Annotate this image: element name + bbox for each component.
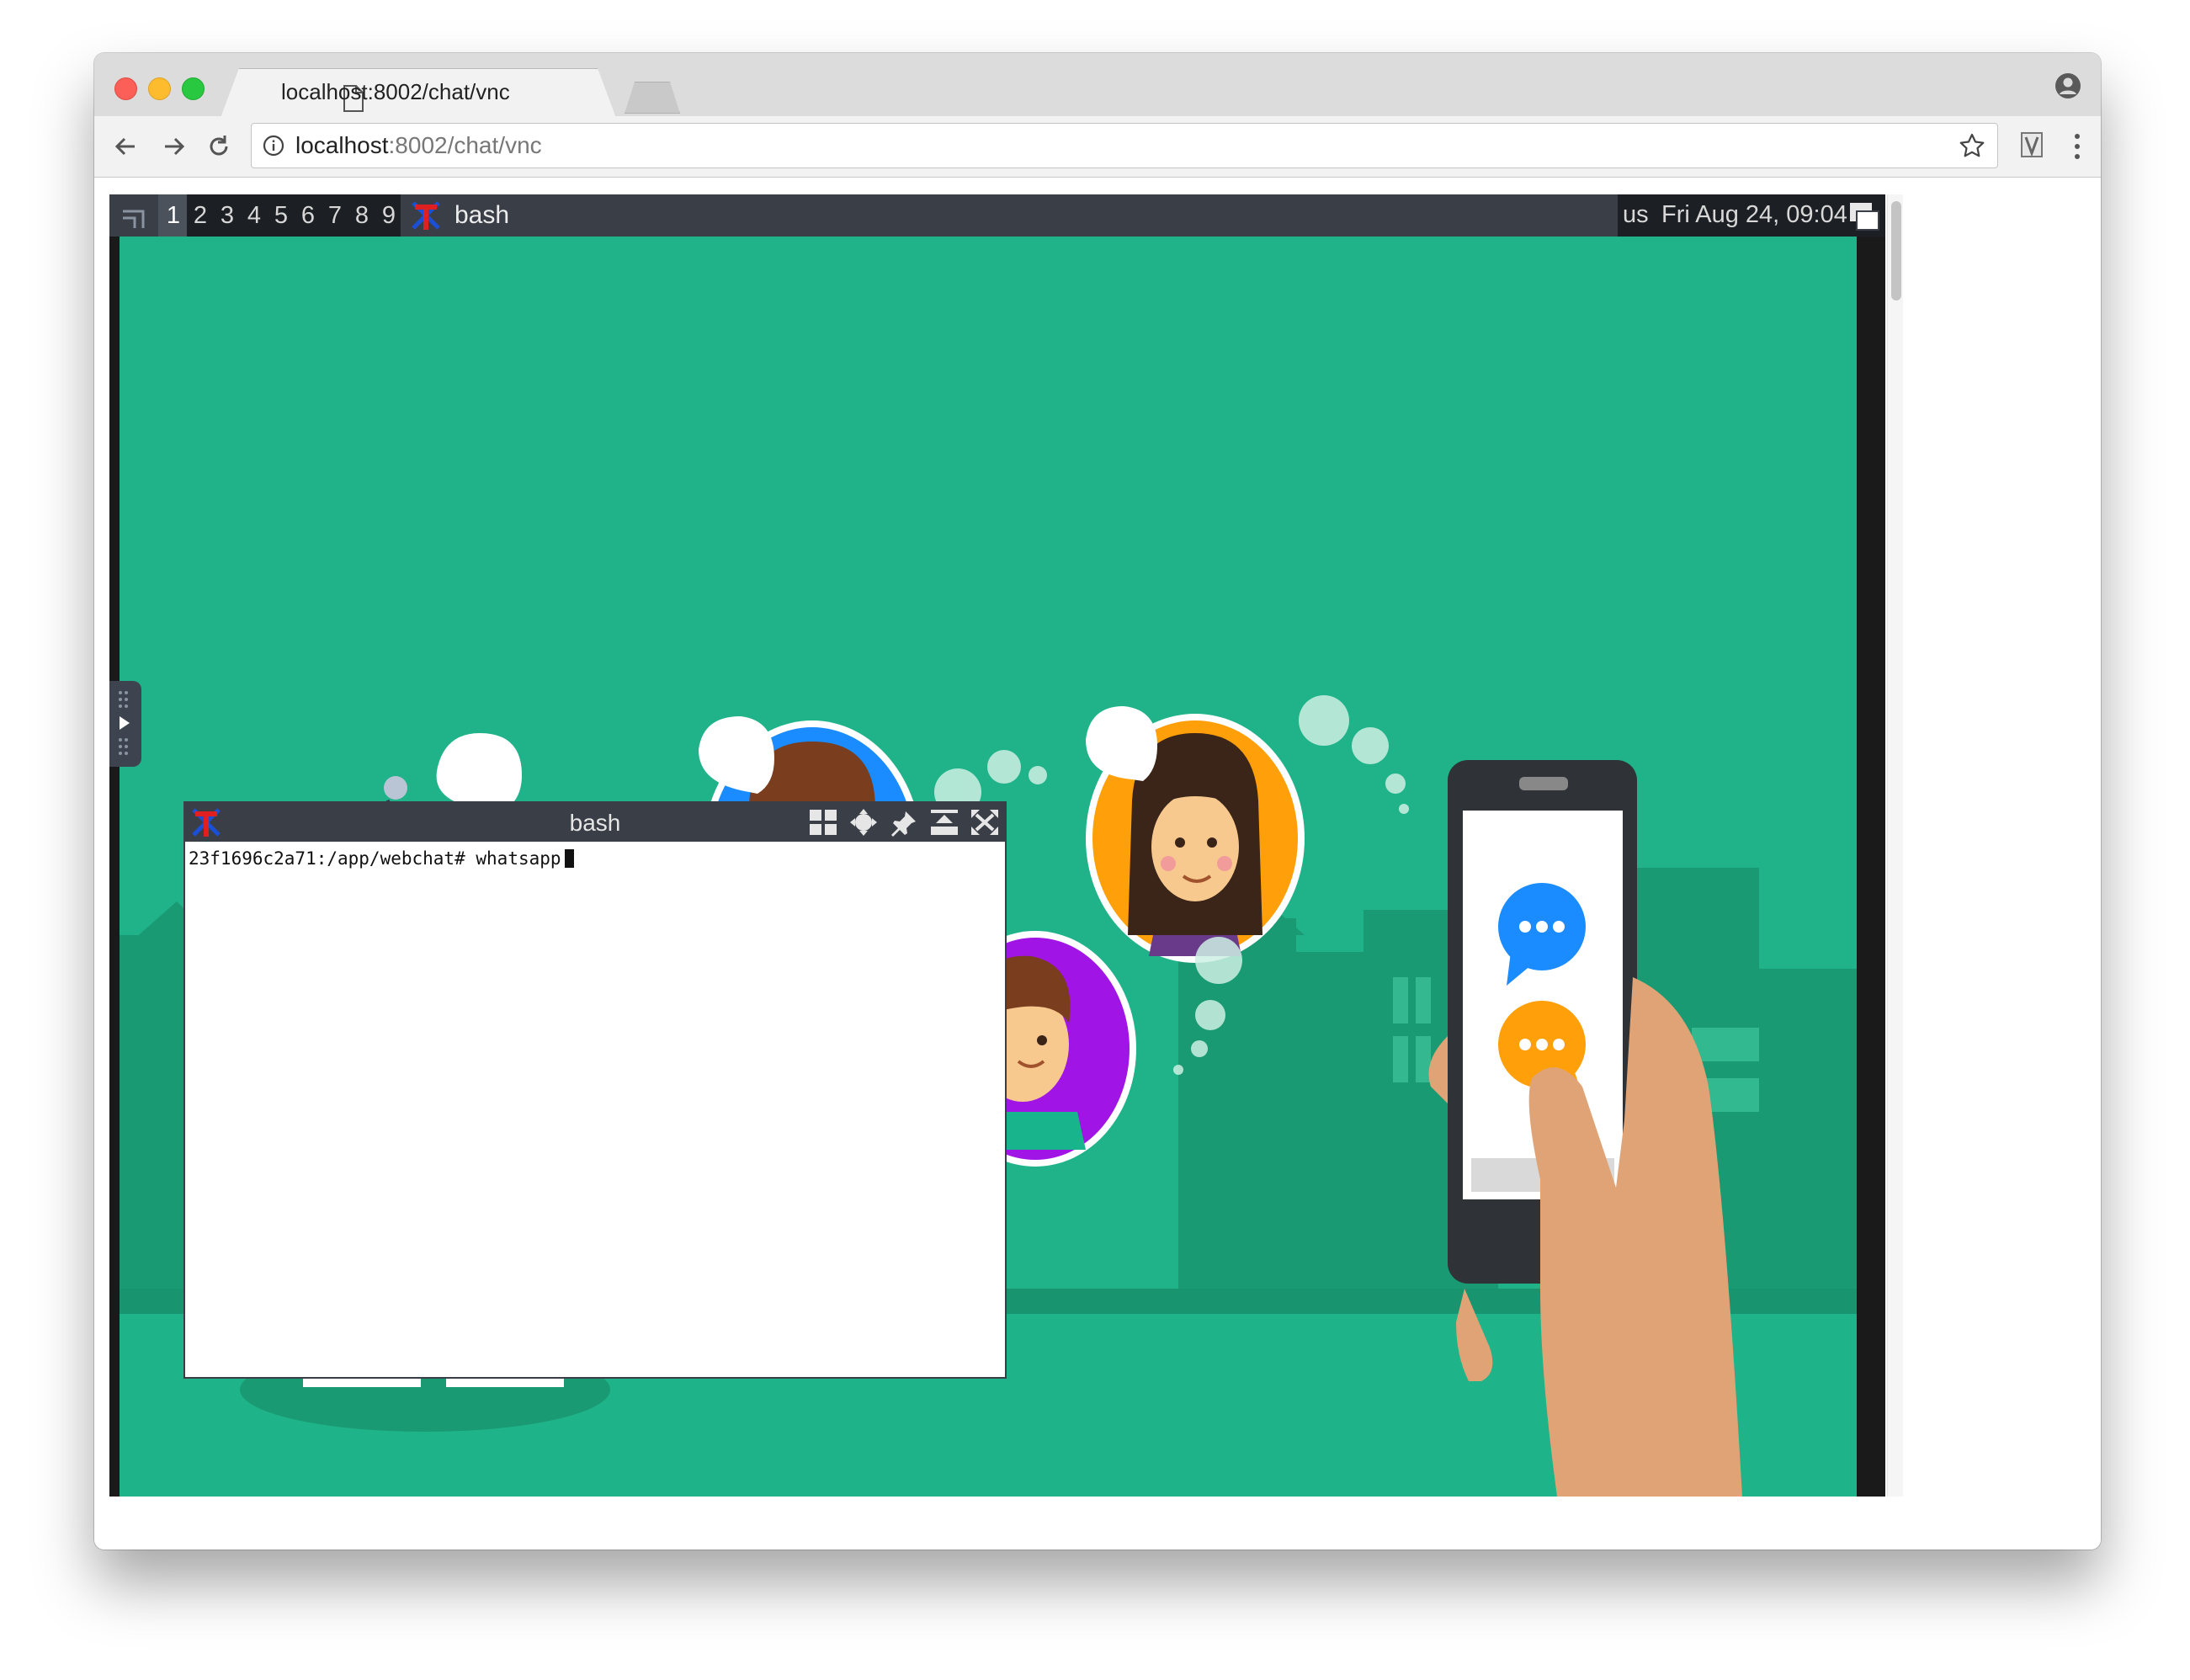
back-arrow-icon[interactable]	[109, 130, 143, 163]
tab-close-icon[interactable]: ×	[703, 88, 719, 119]
minimize-window-button[interactable]	[148, 77, 171, 100]
tab-title: localhost:8002/chat/vnc	[281, 79, 510, 104]
drag-handle-icon	[119, 691, 130, 755]
text-cursor	[564, 849, 574, 868]
xterm-icon[interactable]	[408, 198, 444, 233]
workspace-9[interactable]: 9	[375, 202, 402, 230]
wm-top-bar: 1 2 3 4 5 6 7 8 9 bash us Fri Aug 24, 09…	[109, 194, 1885, 237]
status-area: us Fri Aug 24, 09:04	[1618, 194, 1885, 237]
bookmark-star-icon[interactable]	[1959, 132, 1985, 159]
tab-strip: × localhost:8002/chat/vnc	[94, 53, 2101, 116]
workspace-1[interactable]: 1	[160, 202, 187, 230]
browser-window: × localhost:8002/chat/vnc localhost:8002…	[94, 53, 2101, 1550]
focused-window-title: bash	[454, 201, 510, 229]
browser-toolbar: localhost:8002/chat/vnc	[94, 116, 2101, 178]
maximize-vertical-icon[interactable]	[929, 808, 959, 837]
new-tab-button[interactable]	[625, 82, 680, 114]
clock: Fri Aug 24, 09:04	[1661, 201, 1847, 228]
reload-icon[interactable]	[202, 130, 236, 163]
url-host: localhost	[295, 132, 389, 158]
forward-arrow-icon[interactable]	[157, 130, 190, 163]
workspace-4[interactable]: 4	[241, 202, 268, 230]
profile-icon[interactable]	[2054, 72, 2082, 100]
info-icon[interactable]	[262, 134, 285, 157]
workspace-3[interactable]: 3	[214, 202, 241, 230]
extension-icon[interactable]	[2018, 130, 2045, 160]
windows-stack-icon[interactable]	[1847, 199, 1882, 233]
workspace-6[interactable]: 6	[295, 202, 322, 230]
vertical-scrollbar[interactable]	[1887, 194, 1903, 1497]
close-window-button[interactable]	[114, 77, 137, 100]
workspace-8[interactable]: 8	[348, 202, 375, 230]
terminal-output[interactable]: 23f1696c2a71:/app/webchat# whatsapp	[189, 848, 574, 869]
move-icon[interactable]	[848, 808, 879, 837]
terminal-window[interactable]: bash 23f1696c2a71:/app/webchat# whatsapp	[183, 801, 1007, 1379]
workspace-7[interactable]: 7	[322, 202, 348, 230]
url-path: :8002/chat/vnc	[388, 132, 542, 158]
workspace-list: 1 2 3 4 5 6 7 8 9	[160, 194, 402, 237]
layout-icon[interactable]	[120, 201, 150, 231]
workspace-5[interactable]: 5	[268, 202, 295, 230]
tile-grid-icon[interactable]	[808, 808, 838, 837]
vnc-sidebar-handle[interactable]	[109, 681, 141, 767]
page-viewport: 1 2 3 4 5 6 7 8 9 bash us Fri Aug 24, 09…	[94, 178, 2101, 1550]
maximize-window-button[interactable]	[182, 77, 205, 100]
workspace-2[interactable]: 2	[187, 202, 214, 230]
shell-command: whatsapp	[476, 848, 561, 869]
keyboard-layout[interactable]: us	[1623, 201, 1649, 229]
terminal-title: bash	[569, 810, 621, 836]
fullscreen-icon[interactable]	[970, 808, 1000, 837]
scrollbar-thumb[interactable]	[1891, 201, 1901, 300]
pin-icon[interactable]	[889, 808, 919, 837]
shell-prompt: 23f1696c2a71:/app/webchat#	[189, 848, 465, 869]
address-bar[interactable]: localhost:8002/chat/vnc	[251, 123, 1998, 168]
menu-dots-icon[interactable]	[2072, 130, 2082, 163]
terminal-titlebar[interactable]: bash	[185, 803, 1005, 842]
vnc-canvas[interactable]: 1 2 3 4 5 6 7 8 9 bash us Fri Aug 24, 09…	[109, 194, 1885, 1497]
